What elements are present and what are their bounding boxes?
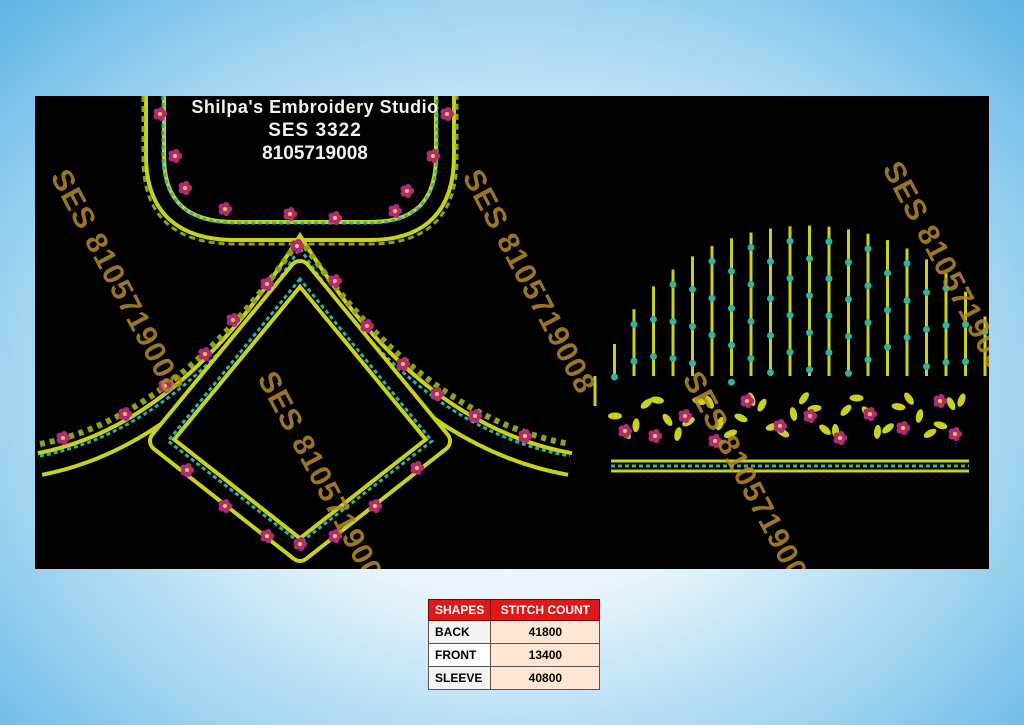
shape-cell: FRONT bbox=[427, 643, 492, 667]
design-code: SES 3322 bbox=[268, 120, 362, 141]
column-header-stitch-count: STITCH COUNT bbox=[490, 599, 601, 621]
shape-cell: SLEEVE bbox=[427, 666, 492, 690]
stitch-count-cell: 40800 bbox=[490, 666, 601, 690]
column-header-shapes: SHAPES bbox=[427, 599, 492, 621]
flower-motifs bbox=[56, 106, 963, 552]
embroidery-design-canvas: Shilpa's Embroidery Studio SES 3322 8105… bbox=[35, 96, 989, 569]
table-row: BACK 41800 bbox=[427, 620, 601, 644]
table-row: SLEEVE 40800 bbox=[427, 666, 601, 690]
table-row: FRONT 13400 bbox=[427, 643, 601, 667]
stitch-count-cell: 41800 bbox=[490, 620, 601, 644]
embroidery-artwork bbox=[37, 96, 989, 563]
table-header-row: SHAPES STITCH COUNT bbox=[427, 599, 601, 621]
studio-header: Shilpa's Embroidery Studio SES 3322 8105… bbox=[160, 96, 470, 165]
stitch-count-table: SHAPES STITCH COUNT BACK 41800 FRONT 134… bbox=[427, 599, 601, 690]
studio-name: Shilpa's Embroidery Studio bbox=[191, 97, 439, 117]
shape-cell: BACK bbox=[427, 620, 492, 644]
phone-number: 8105719008 bbox=[262, 143, 368, 164]
stitch-count-cell: 13400 bbox=[490, 643, 601, 667]
